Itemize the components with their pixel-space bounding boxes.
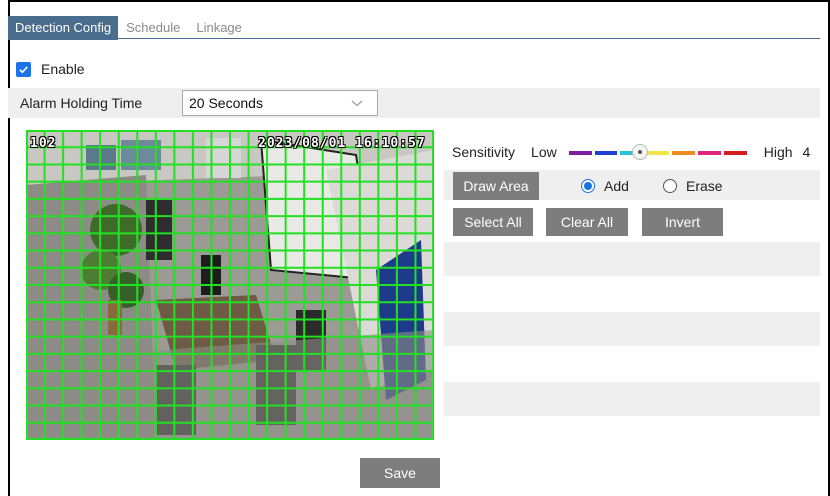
video-preview[interactable]: 102 2023/08/01 16:10:57 <box>26 130 434 440</box>
add-radio[interactable] <box>581 179 595 193</box>
tab-linkage[interactable]: Linkage <box>188 16 250 40</box>
alarm-holding-row: Alarm Holding Time 20 Seconds <box>8 88 820 118</box>
enable-label: Enable <box>41 61 85 77</box>
row-stripe <box>444 312 820 346</box>
checkmark-icon <box>19 65 28 73</box>
tab-bar: Detection Config Schedule Linkage <box>8 14 250 40</box>
row-stripe <box>444 242 820 276</box>
sensitivity-value: 4 <box>802 144 811 160</box>
osd-timestamp: 2023/08/01 16:10:57 <box>258 136 426 151</box>
tab-underline <box>8 38 820 39</box>
sensitivity-slider-handle[interactable] <box>631 144 648 160</box>
alarm-holding-value: 20 Seconds <box>189 95 263 111</box>
enable-row: Enable <box>16 58 85 80</box>
sensitivity-scale-segment <box>723 151 747 155</box>
save-button[interactable]: Save <box>360 458 440 488</box>
select-all-button[interactable]: Select All <box>453 208 533 236</box>
enable-checkbox[interactable] <box>16 61 31 77</box>
sensitivity-low-label: Low <box>531 144 557 160</box>
invert-button[interactable]: Invert <box>642 208 723 236</box>
mode-add-option[interactable]: Add <box>581 175 629 197</box>
sensitivity-scale-segment <box>646 151 670 155</box>
sensitivity-label: Sensitivity <box>452 144 516 160</box>
mode-erase-option[interactable]: Erase <box>663 175 723 197</box>
add-radio-label: Add <box>604 178 629 194</box>
sensitivity-scale-segment <box>594 151 618 155</box>
chevron-down-icon <box>351 100 363 107</box>
row-stripe <box>444 382 820 416</box>
sensitivity-scale-segment <box>568 151 592 155</box>
sensitivity-scale-segment <box>672 151 695 155</box>
clear-all-button[interactable]: Clear All <box>546 208 628 236</box>
sensitivity-high-label: High <box>763 144 793 160</box>
draw-area-button[interactable]: Draw Area <box>453 172 539 200</box>
sensitivity-slider[interactable] <box>568 141 747 163</box>
erase-radio-label: Erase <box>686 178 723 194</box>
tab-detection-config[interactable]: Detection Config <box>8 16 119 40</box>
motion-grid-overlay[interactable] <box>26 130 434 440</box>
osd-channel-label: 102 <box>30 136 57 151</box>
erase-radio[interactable] <box>663 179 677 193</box>
sensitivity-row: Sensitivity Low High 4 <box>452 141 810 163</box>
tab-schedule[interactable]: Schedule <box>118 16 188 40</box>
alarm-holding-label: Alarm Holding Time <box>20 95 143 111</box>
alarm-holding-select[interactable]: 20 Seconds <box>182 90 378 116</box>
sensitivity-scale-segment <box>698 151 721 155</box>
